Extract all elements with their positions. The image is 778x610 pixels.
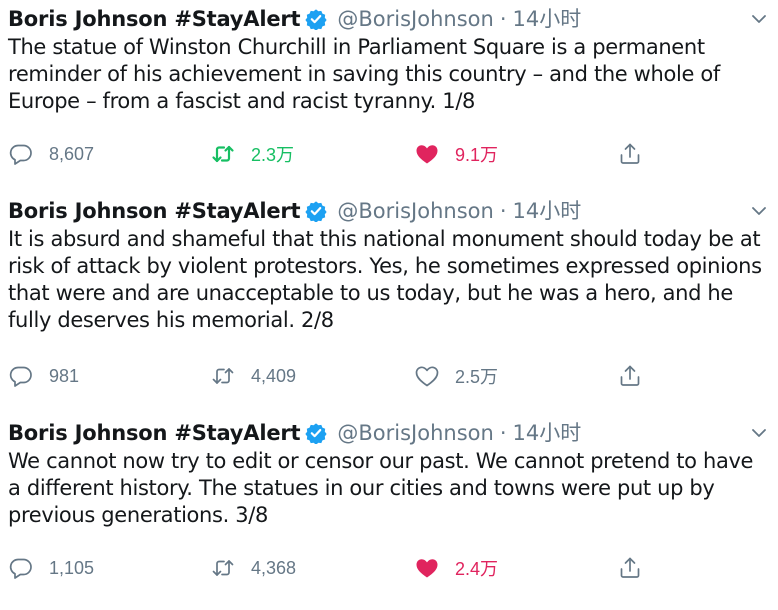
- heart-icon: [414, 555, 440, 581]
- like-button[interactable]: 9.1万: [414, 137, 498, 171]
- reply-button[interactable]: 1,105: [8, 551, 94, 585]
- verified-badge-icon: [305, 422, 328, 444]
- tweet-header: Boris Johnson #StayAlert @BorisJohnson ·…: [8, 418, 581, 448]
- chevron-down-icon[interactable]: [750, 202, 768, 220]
- reply-count: 1,105: [49, 557, 95, 578]
- like-count: 9.1万: [455, 145, 499, 165]
- author-handle[interactable]: @BorisJohnson: [337, 196, 493, 226]
- tweet-timestamp[interactable]: 14小时: [513, 418, 582, 448]
- reply-button[interactable]: 981: [8, 359, 79, 393]
- author-name[interactable]: Boris Johnson #StayAlert: [8, 4, 301, 34]
- like-count: 2.4万: [455, 559, 499, 579]
- reply-icon: [8, 141, 34, 167]
- like-button[interactable]: 2.4万: [414, 551, 498, 585]
- share-button[interactable]: [617, 359, 643, 393]
- retweet-button[interactable]: 4,368: [210, 551, 296, 585]
- retweet-icon: [210, 141, 236, 167]
- tweet-timestamp[interactable]: 14小时: [513, 4, 582, 34]
- tweet-header: Boris Johnson #StayAlert @BorisJohnson ·…: [8, 196, 581, 226]
- author-name[interactable]: Boris Johnson #StayAlert: [8, 196, 301, 226]
- tweet-text: It is absurd and shameful that this nati…: [8, 227, 762, 332]
- author-name[interactable]: Boris Johnson #StayAlert: [8, 418, 301, 448]
- retweet-button[interactable]: 4,409: [210, 359, 296, 393]
- share-button[interactable]: [617, 551, 643, 585]
- retweet-icon: [210, 555, 236, 581]
- reply-icon: [8, 555, 34, 581]
- separator-dot: ·: [499, 7, 507, 31]
- share-icon: [617, 141, 643, 167]
- like-button[interactable]: 2.5万: [414, 359, 498, 393]
- reply-count: 981: [49, 365, 80, 386]
- share-icon: [617, 555, 643, 581]
- retweet-count: 4,368: [251, 557, 297, 578]
- retweet-icon: [210, 363, 236, 389]
- heart-icon: [414, 141, 440, 167]
- tweet-actions: 981 4,409 2.5万: [0, 359, 778, 393]
- heart-icon: [414, 363, 440, 389]
- retweet-button[interactable]: 2.3万: [210, 137, 294, 171]
- separator-dot: ·: [499, 421, 507, 445]
- chevron-down-icon[interactable]: [750, 10, 768, 28]
- share-button[interactable]: [617, 137, 643, 171]
- verified-badge-icon: [305, 8, 328, 30]
- separator-dot: ·: [499, 199, 507, 223]
- share-icon: [617, 363, 643, 389]
- tweet-text: The statue of Winston Churchill in Parli…: [8, 35, 720, 113]
- chevron-down-icon[interactable]: [750, 424, 768, 442]
- reply-count: 8,607: [49, 143, 95, 164]
- author-handle[interactable]: @BorisJohnson: [337, 4, 493, 34]
- tweet-text: We cannot now try to edit or censor our …: [8, 449, 754, 527]
- tweet-actions: 1,105 4,368 2.4万: [0, 551, 778, 585]
- author-handle[interactable]: @BorisJohnson: [337, 418, 493, 448]
- reply-button[interactable]: 8,607: [8, 137, 94, 171]
- tweet-actions: 8,607 2.3万 9.1万: [0, 137, 778, 171]
- retweet-count: 4,409: [251, 365, 297, 386]
- tweet-header: Boris Johnson #StayAlert @BorisJohnson ·…: [8, 4, 581, 34]
- retweet-count: 2.3万: [251, 145, 295, 165]
- like-count: 2.5万: [455, 367, 499, 387]
- reply-icon: [8, 363, 34, 389]
- verified-badge-icon: [305, 200, 328, 222]
- tweet-timestamp[interactable]: 14小时: [513, 196, 582, 226]
